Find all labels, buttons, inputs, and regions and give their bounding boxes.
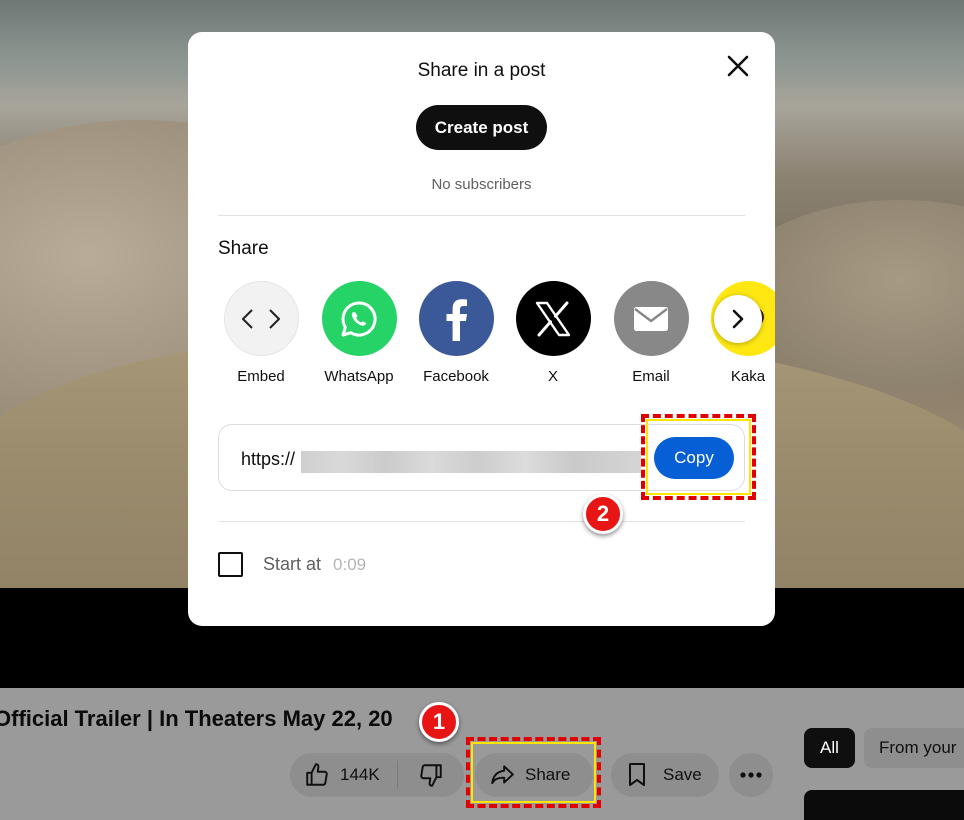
divider — [218, 215, 745, 216]
like-button[interactable]: 144K — [290, 761, 398, 789]
facebook-icon — [446, 298, 467, 341]
more-horizontal-icon — [740, 772, 762, 778]
save-button-label: Save — [663, 765, 702, 784]
chip-from-your[interactable]: From your — [864, 728, 964, 768]
embed-icon — [242, 308, 280, 329]
share-highlight-box — [466, 737, 601, 808]
facebook-circle — [418, 281, 494, 356]
share-target-label: Kaka — [730, 368, 766, 385]
close-icon — [727, 55, 749, 77]
share-target-label: Facebook — [423, 368, 489, 385]
share-facebook[interactable]: Facebook — [407, 281, 505, 385]
dialog-title: Share in a post — [417, 60, 546, 81]
start-at-checkbox[interactable] — [218, 552, 243, 577]
share-x[interactable]: X — [504, 281, 602, 385]
chip-all[interactable]: All — [804, 728, 855, 768]
share-dialog: Share in a post Create post No subscribe… — [188, 32, 775, 626]
x-icon — [535, 301, 571, 336]
step-badge-1: 1 — [419, 702, 459, 742]
subscriber-count: No subscribers — [431, 176, 532, 193]
share-whatsapp[interactable]: WhatsApp — [310, 281, 408, 385]
email-circle — [613, 281, 689, 356]
video-title: Official Trailer | In Theaters May 22, 2… — [0, 706, 393, 731]
next-share-targets-button[interactable] — [714, 295, 762, 343]
copy-highlight-box — [641, 414, 756, 500]
start-at-label: Start at — [263, 554, 322, 574]
recommended-video-thumbnail[interactable] — [804, 790, 964, 820]
dislike-button[interactable] — [398, 762, 464, 788]
start-at-row: Start at 0:09 — [218, 552, 366, 577]
share-embed[interactable]: Embed — [212, 281, 310, 385]
share-target-label: Embed — [237, 368, 285, 385]
chevron-right-icon — [732, 309, 744, 329]
like-count: 144K — [340, 765, 380, 784]
save-button[interactable]: Save — [611, 753, 719, 797]
x-circle — [515, 281, 591, 356]
like-dislike-group: 144K — [290, 753, 464, 797]
share-email[interactable]: Email — [602, 281, 700, 385]
more-actions-button[interactable] — [729, 753, 773, 797]
embed-circle — [223, 281, 299, 356]
start-at-time[interactable]: 0:09 — [333, 555, 366, 575]
share-target-label: Email — [632, 368, 670, 385]
whatsapp-icon — [341, 300, 377, 336]
email-icon — [634, 306, 668, 331]
share-target-label: WhatsApp — [324, 368, 394, 385]
thumbs-up-icon — [306, 763, 328, 786]
step-badge-2: 2 — [583, 494, 623, 534]
share-target-label: X — [547, 368, 558, 385]
divider — [218, 521, 745, 522]
whatsapp-circle — [321, 281, 397, 356]
create-post-button[interactable]: Create post — [416, 105, 547, 150]
close-button[interactable] — [725, 53, 751, 79]
share-heading: Share — [218, 238, 269, 259]
thumbs-down-icon — [420, 764, 442, 787]
share-url-text: https:// — [241, 449, 296, 469]
bookmark-icon — [629, 763, 645, 786]
redacted-url — [301, 451, 641, 473]
